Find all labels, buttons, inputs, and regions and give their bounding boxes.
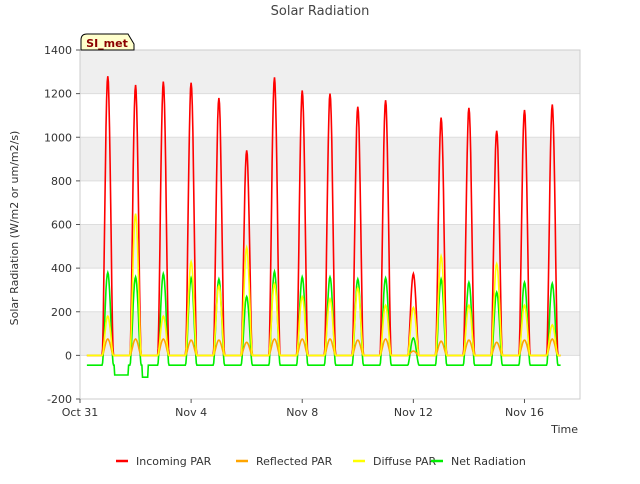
x-tick-label: Nov 12 [394,406,433,419]
legend-label: Diffuse PAR [373,455,437,468]
chart-title: Solar Radiation [271,4,370,19]
legend-label: Net Radiation [451,455,526,468]
background-band [80,50,580,94]
legend-item: Diffuse PAR [353,455,437,468]
background-band [80,311,580,356]
legend-item: Reflected PAR [236,455,333,468]
annotation-label: SI_met [86,37,128,50]
legend-item: Net Radiation [431,455,526,468]
y-tick-label: 800 [51,175,72,188]
y-axis-label: Solar Radiation (W/m2 or um/m2/s) [8,131,21,326]
x-tick-label: Nov 16 [505,406,544,419]
y-tick-label: 1400 [44,44,72,57]
legend-label: Incoming PAR [136,455,212,468]
y-tick-label: -200 [47,393,72,406]
chart-container: -200 0 200 400 600 800 1000 1200 1400 Oct 31 Nov … [0,0,640,480]
x-tick-label: Oct 31 [62,406,99,419]
y-tick-label: 600 [51,219,72,232]
legend: Incoming PAR Reflected PAR Diffuse PAR Net … [116,455,526,468]
solar-radiation-chart: -200 0 200 400 600 800 1000 1200 1400 Oct 31 Nov … [8,4,581,468]
x-tick-label: Nov 8 [286,406,318,419]
y-tick-label: 200 [51,306,72,319]
y-tick-label: 1000 [44,131,72,144]
background-band [80,224,580,269]
background-band [80,137,580,181]
x-tick-label: Nov 4 [175,406,207,419]
y-tick-label: 0 [65,349,72,362]
x-axis: Oct 31 Nov 4 Nov 8 Nov 12 Nov 16 [62,399,544,419]
y-tick-label: 1200 [44,88,72,101]
site-annotation: SI_met [80,33,135,51]
x-axis-label: Time [550,423,578,436]
y-axis: -200 0 200 400 600 800 1000 1200 1400 [44,44,80,406]
legend-item: Incoming PAR [116,455,212,468]
legend-label: Reflected PAR [256,455,333,468]
y-tick-label: 400 [51,262,72,275]
